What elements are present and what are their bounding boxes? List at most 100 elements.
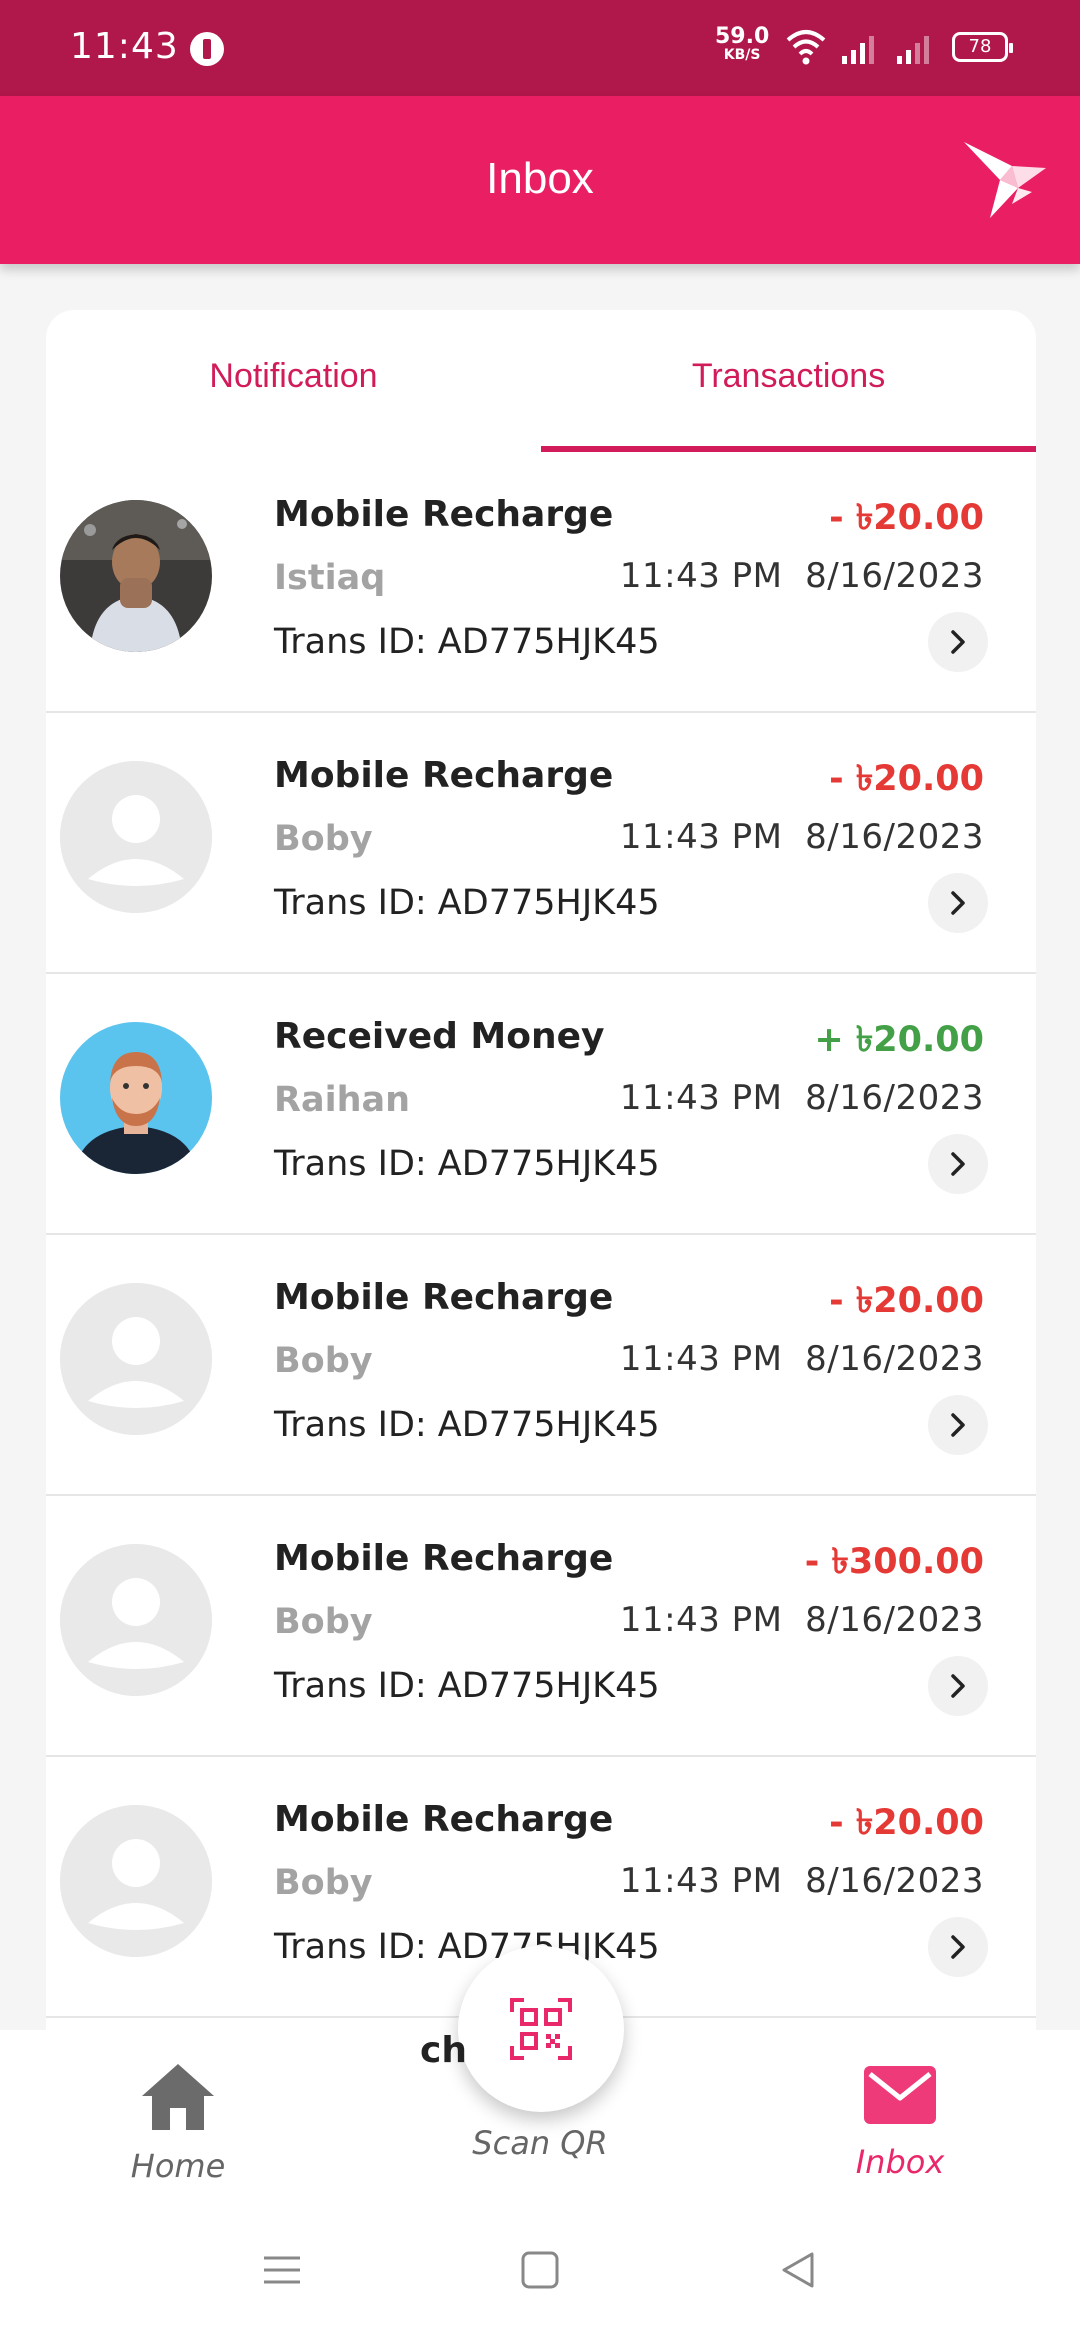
transaction-title: Mobile Recharge: [274, 755, 614, 796]
transaction-party-name: Boby: [274, 1341, 373, 1381]
transaction-time: 11:43 PM: [619, 817, 783, 857]
transactions-list: Mobile Recharge Istiaq Trans ID: AD775HJK4…: [46, 452, 1036, 2018]
nav-inbox-label: Inbox: [855, 2143, 945, 2181]
chevron-right-icon: [951, 891, 965, 915]
chevron-right-icon: [951, 1413, 965, 1437]
avatar: [60, 1805, 212, 1957]
transaction-party-name: Boby: [274, 1863, 373, 1903]
transaction-amount: + ৳20.00: [814, 1020, 984, 1060]
nav-home[interactable]: Home: [78, 2060, 278, 2185]
transaction-id: Trans ID: AD775HJK45: [274, 1666, 660, 1706]
nav-scan-qr[interactable]: Scan QR: [440, 2114, 640, 2162]
system-navigation-bar: [0, 2210, 1080, 2340]
transaction-title: Mobile Recharge: [274, 494, 614, 535]
partially-hidden-text: ch: [420, 2030, 467, 2071]
transaction-amount: - ৳20.00: [829, 498, 984, 538]
transaction-amount: - ৳20.00: [829, 1281, 984, 1321]
transaction-amount: - ৳300.00: [804, 1542, 984, 1582]
transaction-time: 11:43 PM: [619, 556, 783, 596]
details-button[interactable]: [928, 873, 988, 933]
datetime-separator: [783, 1078, 806, 1118]
transaction-date: 8/16/2023: [805, 1861, 984, 1901]
datetime-separator: [783, 556, 806, 596]
transaction-id: Trans ID: AD775HJK45: [274, 622, 660, 662]
menu-icon[interactable]: [262, 2250, 302, 2290]
app-notification-icon: [190, 32, 224, 66]
transaction-party-name: Boby: [274, 819, 373, 859]
transaction-datetime: 11:43 PM 8/16/2023: [620, 817, 984, 857]
signal-icon-sim1: [842, 36, 874, 64]
avatar: [60, 1283, 212, 1435]
datetime-separator: [783, 1339, 806, 1379]
transaction-date: 8/16/2023: [805, 817, 984, 857]
details-button[interactable]: [928, 1917, 988, 1977]
datetime-separator: [783, 1600, 806, 1640]
avatar: [60, 1544, 212, 1696]
chevron-right-icon: [951, 1152, 965, 1176]
transaction-id: Trans ID: AD775HJK45: [274, 1927, 660, 1967]
avatar: [60, 761, 212, 913]
transaction-time: 11:43 PM: [619, 1861, 783, 1901]
status-bar: 11:43 59.0 KB/S 78: [0, 0, 1080, 96]
avatar: [60, 1022, 212, 1174]
transaction-row[interactable]: Received Money Raihan Trans ID: AD775HJK45…: [46, 974, 1036, 1235]
scan-qr-button[interactable]: [458, 1946, 624, 2112]
transaction-time: 11:43 PM: [619, 1600, 783, 1640]
details-button[interactable]: [928, 1134, 988, 1194]
app-bar: Inbox: [0, 96, 1080, 264]
tab-bar: Notification Transactions: [46, 310, 1036, 452]
transaction-row[interactable]: Mobile Recharge Istiaq Trans ID: AD775HJK4…: [46, 452, 1036, 713]
transaction-title: Mobile Recharge: [274, 1277, 614, 1318]
transaction-row[interactable]: Mobile Recharge Boby Trans ID: AD775HJK45 -…: [46, 1235, 1036, 1496]
network-speed-value: 59.0: [715, 24, 770, 49]
back-icon[interactable]: [778, 2250, 818, 2290]
transaction-time: 11:43 PM: [619, 1339, 783, 1379]
chevron-right-icon: [951, 1674, 965, 1698]
transaction-date: 8/16/2023: [805, 1078, 984, 1118]
transaction-title: Mobile Recharge: [274, 1538, 614, 1579]
transaction-party-name: Boby: [274, 1602, 373, 1642]
transaction-id: Trans ID: AD775HJK45: [274, 1405, 660, 1445]
nav-scan-label: Scan QR: [472, 2124, 608, 2162]
avatar: [60, 500, 212, 652]
transaction-party-name: Raihan: [274, 1080, 411, 1120]
battery-indicator: 78: [952, 32, 1013, 62]
transaction-party-name: Istiaq: [274, 558, 386, 598]
chevron-right-icon: [951, 1935, 965, 1959]
wifi-icon: [786, 30, 826, 65]
details-button[interactable]: [928, 1656, 988, 1716]
transaction-datetime: 11:43 PM 8/16/2023: [620, 1861, 984, 1901]
qr-code-icon: [510, 1998, 572, 2060]
page-title: Inbox: [486, 154, 594, 203]
transaction-id: Trans ID: AD775HJK45: [274, 1144, 660, 1184]
tab-transactions[interactable]: Transactions: [541, 310, 1036, 452]
transaction-datetime: 11:43 PM 8/16/2023: [620, 556, 984, 596]
tab-notification[interactable]: Notification: [46, 310, 541, 452]
transaction-row[interactable]: Mobile Recharge Boby Trans ID: AD775HJK45 -…: [46, 713, 1036, 974]
datetime-separator: [783, 1861, 806, 1901]
mail-icon: [864, 2066, 936, 2124]
nav-inbox[interactable]: Inbox: [800, 2060, 1000, 2181]
transaction-date: 8/16/2023: [805, 1339, 984, 1379]
details-button[interactable]: [928, 1395, 988, 1455]
transaction-time: 11:43 PM: [619, 1078, 783, 1118]
signal-icon-sim2: [897, 36, 929, 64]
home-square-icon[interactable]: [520, 2250, 560, 2290]
transaction-title: Received Money: [274, 1016, 605, 1057]
datetime-separator: [783, 817, 806, 857]
transaction-amount: - ৳20.00: [829, 759, 984, 799]
transaction-datetime: 11:43 PM 8/16/2023: [620, 1078, 984, 1118]
transaction-datetime: 11:43 PM 8/16/2023: [620, 1339, 984, 1379]
transaction-amount: - ৳20.00: [829, 1803, 984, 1843]
details-button[interactable]: [928, 612, 988, 672]
chevron-right-icon: [951, 630, 965, 654]
home-icon: [142, 2064, 214, 2130]
transaction-row[interactable]: Mobile Recharge Boby Trans ID: AD775HJK45 -…: [46, 1496, 1036, 1757]
paper-bird-icon: [964, 142, 1046, 218]
transaction-date: 8/16/2023: [805, 1600, 984, 1640]
transaction-id: Trans ID: AD775HJK45: [274, 883, 660, 923]
nav-home-label: Home: [130, 2147, 226, 2185]
transaction-datetime: 11:43 PM 8/16/2023: [620, 1600, 984, 1640]
network-speed: 59.0 KB/S: [715, 24, 770, 63]
transaction-date: 8/16/2023: [805, 556, 984, 596]
